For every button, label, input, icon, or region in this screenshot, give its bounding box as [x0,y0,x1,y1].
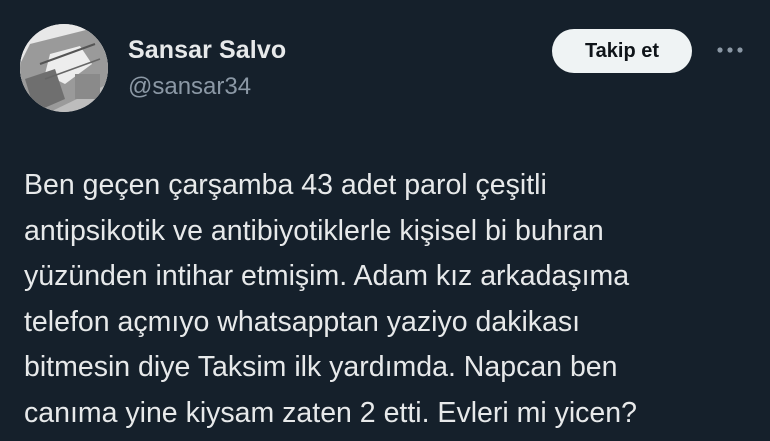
tweet-text-line: bitmesin diye Taksim ilk yardımda. Napca… [24,351,618,383]
tweet-text-line: Ben geçen çarşamba 43 adet parol çeşitli [24,169,547,201]
more-options-button[interactable] [708,32,752,68]
tweet-text-line: antipsikotik ve antibiyotiklerle kişisel… [24,214,604,247]
tweet-text-line: yüzünden intihar etmişim. Adam kız arkad… [24,260,630,292]
author-display-name[interactable]: Sansar Salvo [128,36,286,65]
author-handle[interactable]: @sansar34 [128,73,251,101]
tweet-card: Sansar Salvo @sansar34 Takip et Ben geçe… [0,0,770,441]
follow-button[interactable]: Takip et [552,29,692,73]
tweet-text: Ben geçen çarşamba 43 adet parol çeşitli… [24,163,754,436]
tweet-text-line: canıma yine kiysam zaten 2 etti. Evleri … [24,396,637,429]
tweet-text-line: telefon açmıyo whatsapptan yaziyo dakika… [24,305,581,338]
avatar-image [20,24,108,112]
more-horizontal-icon [717,47,743,53]
avatar[interactable] [20,24,108,112]
